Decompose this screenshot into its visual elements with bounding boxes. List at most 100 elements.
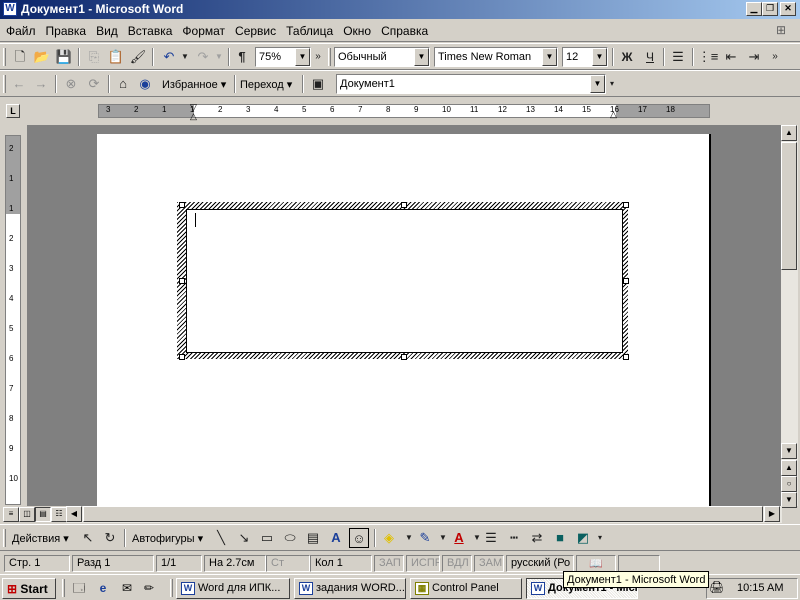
chevron-down-icon[interactable]: ▼ xyxy=(590,75,605,93)
toolbar-options-icon[interactable]: ▾ xyxy=(606,74,618,94)
scroll-up-icon[interactable]: ▲ xyxy=(781,125,797,141)
address-select[interactable]: Документ1 ▼ xyxy=(336,74,606,94)
status-overtype[interactable]: ЗАМ xyxy=(474,555,504,572)
chevron-down-icon[interactable]: ▼ xyxy=(542,48,557,66)
vertical-scrollbar[interactable]: ▲ ▼ ▲ ○ ▼ xyxy=(781,125,798,508)
start-button[interactable]: ⊞ Start xyxy=(2,578,56,599)
rectangle-icon[interactable]: ▭ xyxy=(256,528,278,548)
copy-icon[interactable]: ⎘ xyxy=(83,47,105,67)
redo-dropdown-icon[interactable]: ▼ xyxy=(208,47,230,67)
font-size-select[interactable]: 12 ▼ xyxy=(562,47,608,67)
menu-options-icon[interactable]: ⊞ xyxy=(776,23,792,39)
maximize-button[interactable]: ❐ xyxy=(762,2,778,16)
word-icon[interactable]: W xyxy=(3,2,17,16)
status-extend[interactable]: ВДЛ xyxy=(442,555,472,572)
3d-icon[interactable]: ◩ xyxy=(572,528,594,548)
scroll-right-icon[interactable]: ▶ xyxy=(764,506,780,522)
browse-object-icon[interactable]: ○ xyxy=(781,476,797,492)
quick-launch-icon[interactable]: ✏ xyxy=(140,580,158,597)
web-layout-icon[interactable]: ◫ xyxy=(19,507,35,522)
save-icon[interactable]: 💾 xyxy=(53,47,75,67)
tab-selector[interactable]: L xyxy=(6,104,20,118)
clip-art-icon[interactable]: ☺ xyxy=(349,528,369,548)
favorites-menu[interactable]: Избранное ▾ xyxy=(162,78,226,91)
language-indicator-icon[interactable]: 🖨 xyxy=(709,580,724,594)
chevron-down-icon[interactable]: ▼ xyxy=(414,48,429,66)
resize-handle[interactable] xyxy=(623,278,629,284)
menu-view[interactable]: Вид xyxy=(90,20,122,38)
menu-edit[interactable]: Правка xyxy=(40,20,91,38)
actions-menu[interactable]: Действия ▾ xyxy=(12,532,69,545)
paste-icon[interactable]: 📋 xyxy=(105,47,127,67)
previous-page-icon[interactable]: ▲ xyxy=(781,460,797,476)
home-icon[interactable]: ⌂ xyxy=(112,74,134,94)
menu-tools[interactable]: Сервис xyxy=(229,20,280,38)
text-box[interactable] xyxy=(186,209,623,353)
format-painter-icon[interactable]: 🖌 xyxy=(127,47,149,67)
dash-style-icon[interactable]: ┅ xyxy=(503,528,525,548)
bold-button[interactable]: Ж xyxy=(616,47,638,67)
oval-icon[interactable]: ⬭ xyxy=(279,528,301,548)
chevron-down-icon[interactable]: ▼ xyxy=(592,48,607,66)
toolbar-grip[interactable] xyxy=(3,48,6,66)
open-folder-icon[interactable]: 📂 xyxy=(31,47,53,67)
toolbar-overflow-icon[interactable]: » xyxy=(768,47,782,67)
close-button[interactable]: ✕ xyxy=(780,2,796,16)
status-language[interactable]: русский (Ро xyxy=(506,555,574,572)
numbered-list-icon[interactable]: ⋮≡ xyxy=(697,47,719,67)
underline-button[interactable]: Ч xyxy=(639,47,661,67)
resize-handle[interactable] xyxy=(179,354,185,360)
resize-handle[interactable] xyxy=(401,354,407,360)
toolbar-options-icon[interactable]: ▾ xyxy=(594,528,606,548)
text-box-icon[interactable]: ▤ xyxy=(302,528,324,548)
menu-file[interactable]: Файл xyxy=(0,20,40,38)
search-web-icon[interactable]: ◉ xyxy=(134,74,156,94)
resize-handle[interactable] xyxy=(401,202,407,208)
task-button[interactable]: W Word для ИПК... xyxy=(176,578,290,599)
spelling-status-icon[interactable]: 📖 xyxy=(576,555,616,572)
decrease-indent-icon[interactable]: ⇤ xyxy=(720,47,742,67)
font-select[interactable]: Times New Roman ▼ xyxy=(434,47,558,67)
fill-color-icon[interactable]: ◈ xyxy=(378,528,400,548)
toolbar-grip[interactable] xyxy=(328,48,331,66)
show-only-web-toolbar-icon[interactable]: ▣ xyxy=(307,74,329,94)
normal-view-icon[interactable]: ≡ xyxy=(3,507,19,522)
arrow-style-icon[interactable]: ⇄ xyxy=(526,528,548,548)
toolbar-grip[interactable] xyxy=(3,75,6,93)
resize-handle[interactable] xyxy=(623,202,629,208)
outlook-express-icon[interactable]: ✉ xyxy=(118,580,136,597)
scroll-thumb[interactable] xyxy=(83,506,763,522)
show-desktop-icon[interactable]: 🗔 xyxy=(70,580,88,597)
show-formatting-icon[interactable]: ¶ xyxy=(231,47,253,67)
forward-icon[interactable]: → xyxy=(30,74,52,94)
minimize-button[interactable]: ▁ xyxy=(746,2,762,16)
autoshapes-menu[interactable]: Автофигуры ▾ xyxy=(132,532,203,545)
task-button[interactable]: Wзадания WORD... xyxy=(294,578,406,599)
style-select[interactable]: Обычный ▼ xyxy=(334,47,430,67)
align-center-icon[interactable]: ☰ xyxy=(667,47,689,67)
back-icon[interactable]: ← xyxy=(8,74,30,94)
line-icon[interactable]: ╲ xyxy=(210,528,232,548)
internet-explorer-icon[interactable]: e xyxy=(94,580,112,597)
chevron-down-icon[interactable]: ▼ xyxy=(295,48,310,66)
scroll-thumb[interactable] xyxy=(781,142,797,270)
menu-table[interactable]: Таблица xyxy=(280,20,337,38)
scroll-down-icon[interactable]: ▼ xyxy=(781,443,797,459)
scroll-left-icon[interactable]: ◀ xyxy=(66,506,82,522)
increase-indent-icon[interactable]: ⇥ xyxy=(743,47,765,67)
toolbar-overflow-icon[interactable]: » xyxy=(312,47,324,67)
refresh-icon[interactable]: ⟳ xyxy=(83,74,105,94)
outline-view-icon[interactable]: ☷ xyxy=(51,507,67,522)
horizontal-ruler[interactable]: 3 2 1 1 2 3 4 5 6 7 8 9 10 11 12 13 14 15 16 17 18 ▽ △ △ xyxy=(98,102,710,121)
arrow-icon[interactable]: ↘ xyxy=(233,528,255,548)
menu-window[interactable]: Окно xyxy=(337,20,375,38)
right-indent-icon[interactable]: △ xyxy=(610,109,617,120)
menu-help[interactable]: Справка xyxy=(375,20,432,38)
status-record[interactable]: ЗАП xyxy=(374,555,404,572)
next-page-icon[interactable]: ▼ xyxy=(781,492,797,508)
horizontal-scrollbar[interactable]: ◀ ▶ xyxy=(66,506,782,523)
select-objects-icon[interactable]: ↖ xyxy=(77,528,99,548)
wordart-icon[interactable]: A xyxy=(325,528,347,548)
resize-handle[interactable] xyxy=(179,278,185,284)
stop-icon[interactable]: ⊗ xyxy=(60,74,82,94)
